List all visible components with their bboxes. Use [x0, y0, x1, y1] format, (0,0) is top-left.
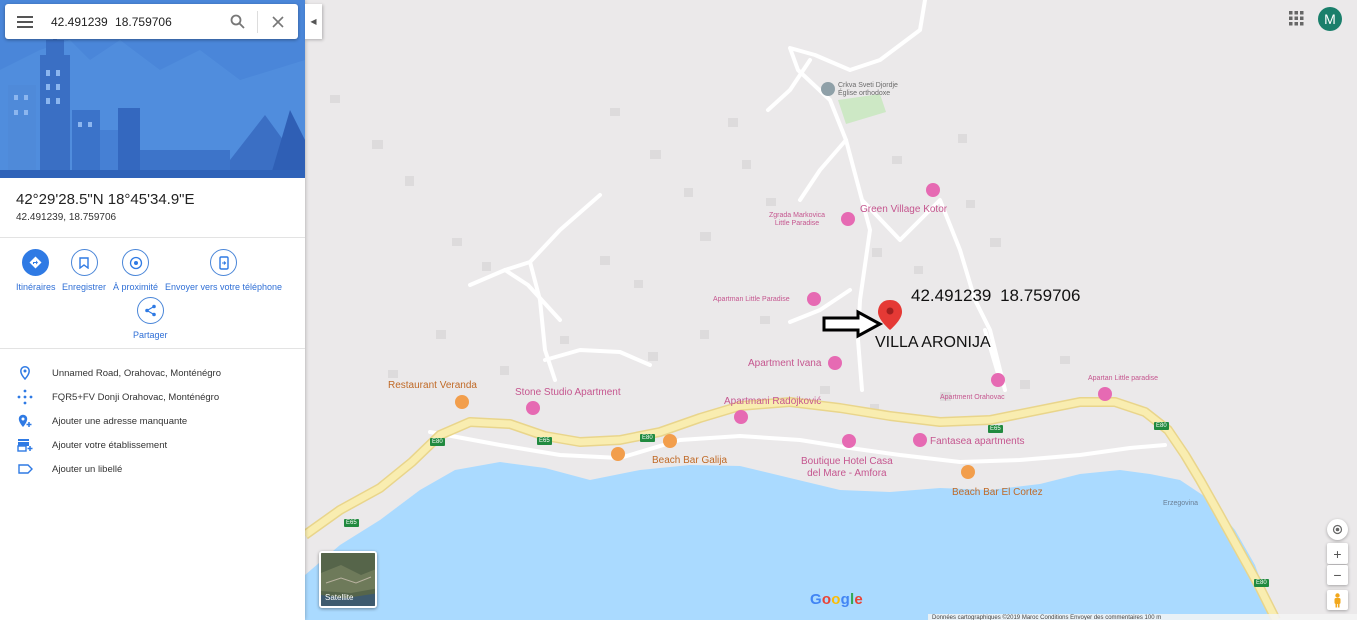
add-location-icon: [0, 414, 52, 428]
plus-code-row[interactable]: FQR5+FV Donji Orahovac, Monténégro: [0, 385, 305, 409]
add-business-row[interactable]: Ajouter votre établissement: [0, 433, 305, 457]
send-to-phone-button[interactable]: Envoyer vers votre téléphone: [165, 249, 282, 292]
place-title: 42°29'28.5"N 18°45'34.9"E: [16, 191, 195, 208]
share-icon: [136, 297, 164, 324]
google-logo: Google: [810, 591, 863, 608]
pegman-icon: [1334, 592, 1341, 607]
annotation-coordinates: 42.491239 18.759706: [911, 286, 1081, 305]
green-village-label[interactable]: Green Village Kotor: [860, 204, 947, 215]
fantasea-label[interactable]: Fantasea apartments: [930, 436, 1025, 447]
apartment-ivana-label[interactable]: Apartment Ivana: [748, 358, 821, 369]
share-button[interactable]: Partager: [133, 297, 168, 340]
road-shield-e65: E65: [988, 425, 1003, 433]
annotation-villa-name: VILLA ARONIJA: [875, 334, 991, 351]
erzegovina-label: Erzegovina: [1163, 500, 1199, 507]
bookmark-icon: [70, 249, 98, 276]
my-location-button[interactable]: [1327, 519, 1348, 540]
road-shield-e65: E65: [537, 437, 552, 445]
apartmani-radojkovic-label[interactable]: Apartmani Radojković: [724, 396, 821, 407]
zgrada-label[interactable]: Zgrada Markovica Little Paradise: [769, 212, 825, 228]
directions-button[interactable]: Itinéraires: [16, 249, 56, 292]
beach-bar-galija-label[interactable]: Beach Bar Galija: [652, 455, 727, 466]
close-icon[interactable]: [258, 4, 298, 39]
search-input[interactable]: 42.491239 18.759706: [45, 15, 217, 29]
nearby-icon: [122, 249, 149, 276]
search-box[interactable]: 42.491239 18.759706: [5, 4, 298, 39]
church-label[interactable]: Crkva Sveti Djordje Église orthodoxe: [838, 82, 898, 98]
nearby-button[interactable]: À proximité: [113, 249, 158, 292]
satellite-toggle[interactable]: Satellite: [319, 551, 377, 608]
road-shield-e80: E80: [430, 438, 445, 446]
apartan-little-paradise-label[interactable]: Apartan Little paradise: [1088, 375, 1158, 382]
caret-left-icon: ◀: [310, 17, 317, 26]
account-avatar[interactable]: M: [1318, 7, 1342, 31]
divider: [0, 348, 305, 349]
add-business-icon: [0, 438, 52, 452]
menu-icon[interactable]: [5, 4, 45, 39]
side-panel: 42.491239 18.759706 42°29'28.5"N 18°45'3…: [0, 0, 305, 620]
road-shield-e80: E80: [640, 434, 655, 442]
road-shield-e65: E65: [344, 519, 359, 527]
restaurant-veranda-label[interactable]: Restaurant Veranda: [388, 380, 477, 391]
apartment-orahovac-label[interactable]: Apartment Orahovac: [940, 394, 1005, 401]
map-footer[interactable]: Données cartographiques ©2019 Maroc Cond…: [928, 614, 1357, 620]
plus-icon: +: [1333, 545, 1342, 562]
beach-bar-el-cortez-label[interactable]: Beach Bar El Cortez: [952, 487, 1043, 498]
divider: [0, 237, 305, 238]
minus-icon: −: [1333, 567, 1342, 583]
boutique-hotel-label[interactable]: Boutique Hotel Casa del Mare - Amfora: [801, 456, 893, 480]
label-icon: [0, 464, 52, 474]
zoom-in-button[interactable]: +: [1327, 543, 1348, 564]
search-icon[interactable]: [217, 4, 257, 39]
location-marker-icon: [0, 366, 52, 380]
address-row[interactable]: Unnamed Road, Orahovac, Monténégro: [0, 361, 305, 385]
maps-app: Crkva Sveti Djordje Église orthodoxe Gree…: [0, 0, 1357, 620]
apartman-little-paradise-label[interactable]: Apartman Little Paradise: [713, 296, 790, 303]
street-view-button[interactable]: [1327, 590, 1348, 610]
add-address-row[interactable]: Ajouter une adresse manquante: [0, 409, 305, 433]
place-decimal-coordinates: 42.491239, 18.759706: [16, 212, 117, 223]
save-button[interactable]: Enregistrer: [62, 249, 106, 292]
crosshair-icon: [1332, 524, 1343, 535]
plus-code-icon: [0, 389, 52, 405]
stone-studio-label[interactable]: Stone Studio Apartment: [515, 387, 621, 398]
road-shield-e80: E80: [1254, 579, 1269, 587]
collapse-panel-button[interactable]: ◀: [305, 4, 322, 39]
phone-icon: [210, 249, 238, 276]
apps-grid-icon[interactable]: [1289, 11, 1304, 26]
zoom-out-button[interactable]: −: [1327, 565, 1348, 585]
road-shield-e80: E80: [1154, 422, 1169, 430]
add-label-row[interactable]: Ajouter un libellé: [0, 457, 305, 481]
directions-icon: [22, 249, 50, 276]
